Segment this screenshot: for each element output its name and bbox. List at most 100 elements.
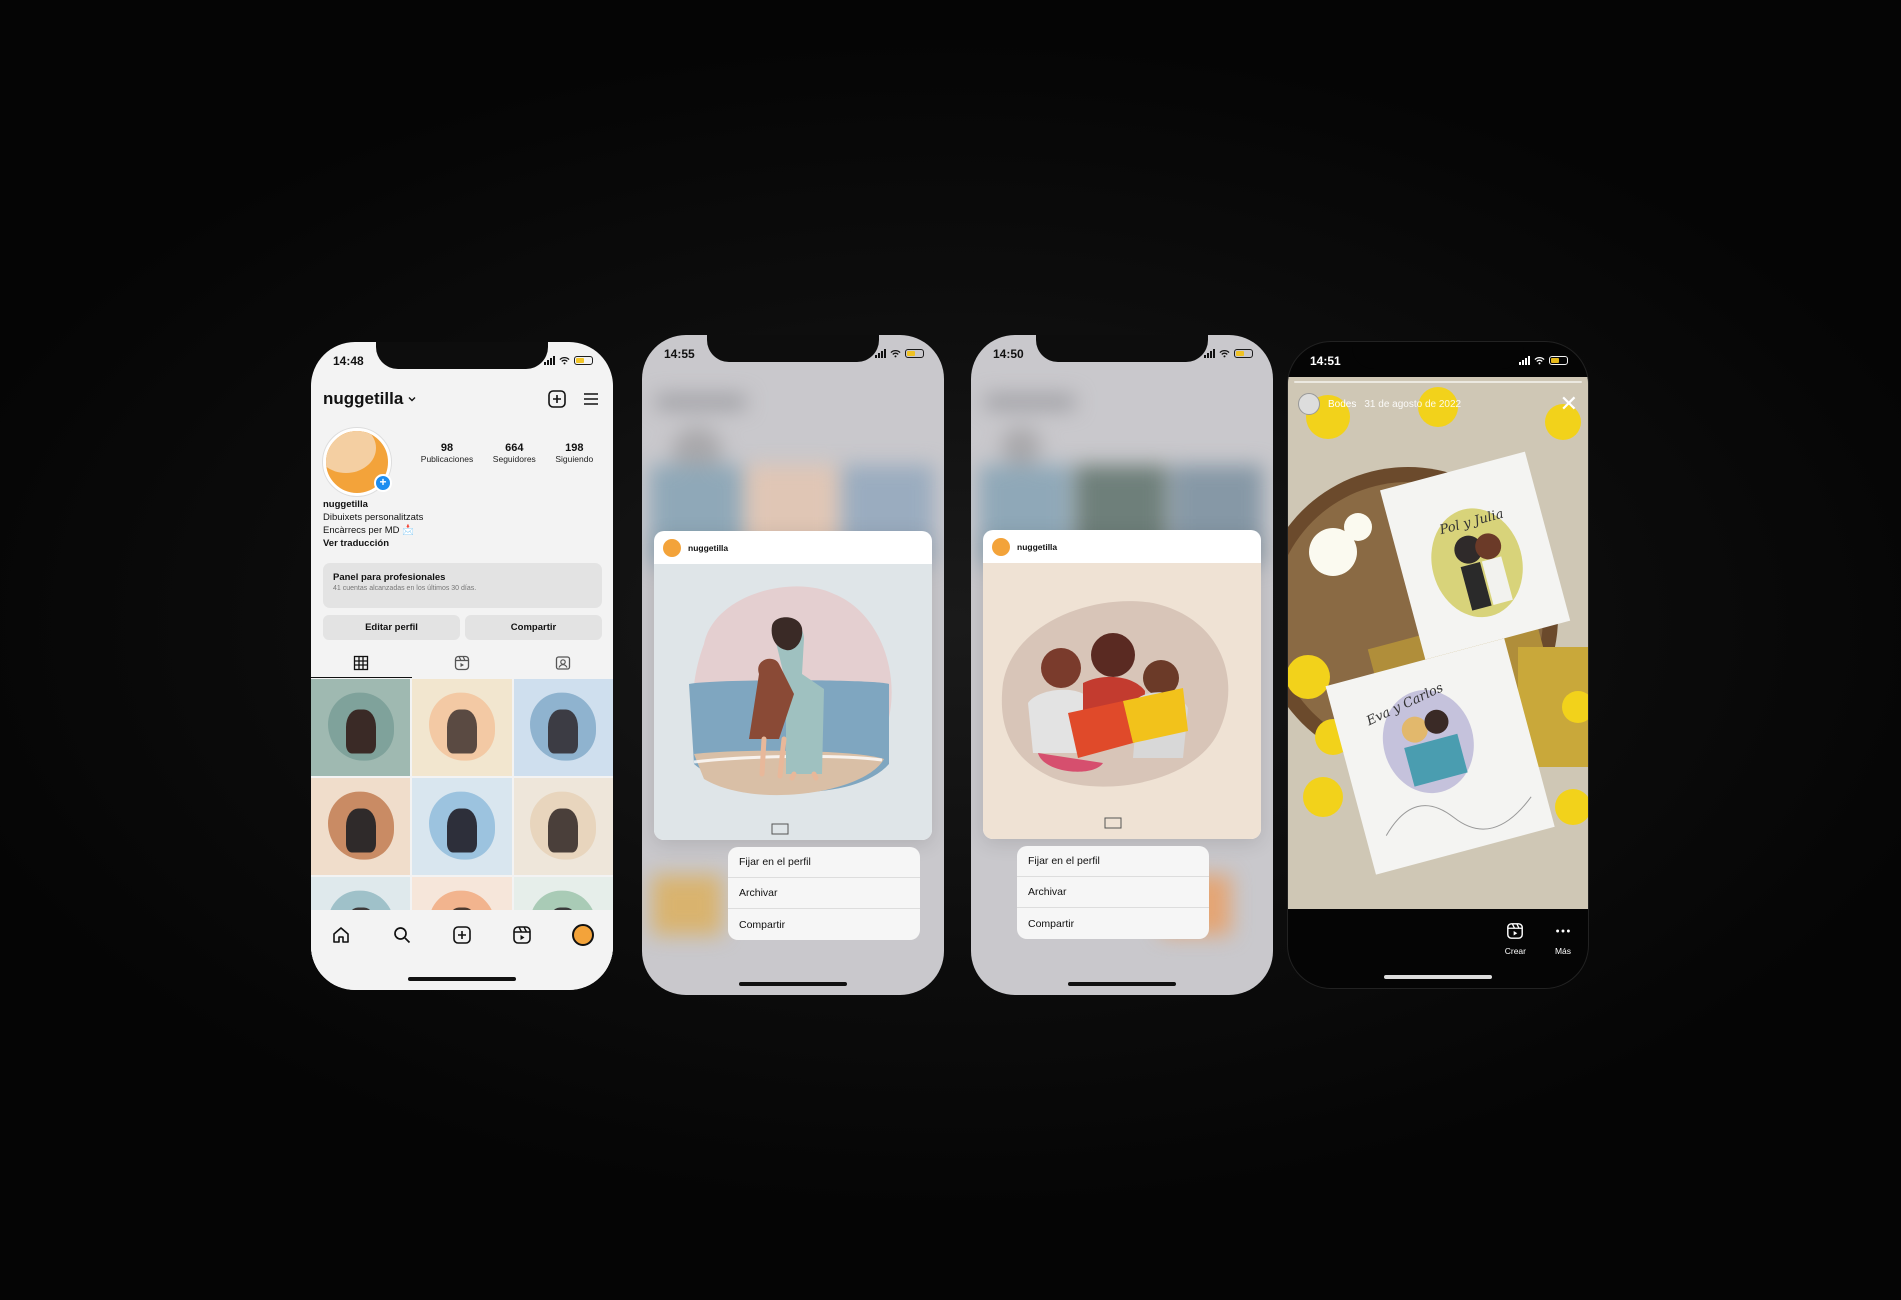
post-author: nuggetilla	[1017, 541, 1058, 552]
pin-to-profile-option[interactable]: Fijar en el perfil	[728, 847, 920, 878]
highlight-avatar[interactable]	[1298, 393, 1320, 415]
stat-following[interactable]: 198 Siguiendo	[555, 442, 593, 464]
tagged-icon	[555, 656, 570, 670]
stat-posts[interactable]: 98 Publicaciones	[421, 442, 473, 464]
tab-reels[interactable]	[412, 648, 513, 678]
new-post-icon[interactable]	[547, 389, 567, 409]
illustration-figure	[548, 709, 579, 754]
share-profile-button[interactable]: Compartir	[465, 615, 602, 640]
share-option[interactable]: Compartir	[1017, 908, 1209, 939]
post-header: nuggetilla	[983, 530, 1261, 563]
post-thumbnail[interactable]	[412, 778, 512, 875]
signal-icon	[544, 356, 555, 365]
post-preview-card[interactable]: nuggetilla	[983, 530, 1261, 839]
menu-icon[interactable]	[581, 389, 601, 409]
signal-icon	[875, 349, 886, 358]
panel-title: Panel para profesionales	[333, 572, 446, 583]
post-thumbnail[interactable]	[311, 679, 411, 776]
status-bar: 14:55	[642, 335, 944, 385]
status-time: 14:51	[1310, 354, 1341, 368]
reels-icon	[513, 926, 532, 944]
more-icon	[1556, 929, 1570, 933]
edit-profile-button[interactable]: Editar perfil	[323, 615, 460, 640]
illustration-figure	[345, 808, 376, 853]
share-option[interactable]: Compartir	[728, 909, 920, 940]
signal-icon	[1204, 349, 1215, 358]
search-icon	[393, 927, 410, 944]
context-menu: Fijar en el perfil Archivar Compartir	[728, 847, 920, 940]
context-menu: Fijar en el perfil Archivar Compartir	[1017, 846, 1209, 939]
add-post-icon	[453, 926, 471, 944]
wifi-icon	[1534, 357, 1545, 365]
create-button[interactable]: Crear	[1505, 922, 1526, 956]
status-bar: 14:50	[971, 335, 1273, 385]
stat-followers[interactable]: 664 Seguidores	[493, 442, 536, 464]
wifi-icon	[1219, 350, 1230, 358]
story-date: 31 de agosto de 2022	[1364, 398, 1462, 410]
tab-grid[interactable]	[311, 648, 412, 678]
home-indicator	[1068, 982, 1176, 986]
status-bar: 14:48	[311, 342, 613, 392]
post-image	[983, 563, 1261, 839]
illustration-figure	[345, 709, 376, 754]
post-header: nuggetilla	[654, 531, 932, 564]
pin-to-profile-option[interactable]: Fijar en el perfil	[1017, 846, 1209, 877]
battery-icon	[1549, 356, 1568, 365]
phone-post-menu-2: 14:50 nuggetilla Fijar en el perfil Arch…	[971, 335, 1273, 995]
battery-icon	[574, 356, 593, 365]
status-time: 14:50	[993, 347, 1024, 361]
bio-name: nuggetilla	[323, 499, 368, 510]
home-indicator	[739, 982, 847, 986]
tab-tagged[interactable]	[512, 648, 613, 678]
wifi-icon	[559, 357, 570, 365]
professional-dashboard[interactable]: Panel para profesionales 41 cuentas alca…	[323, 563, 602, 608]
story-photo: Pol y Julia Eva y Carlos	[1288, 377, 1588, 909]
username: nuggetilla	[323, 389, 404, 408]
post-thumbnail[interactable]	[513, 778, 613, 875]
bio-line: Dibuixets personalitzats	[323, 512, 424, 523]
post-author: nuggetilla	[688, 542, 729, 553]
bio-line: Encàrrecs per MD 📩	[323, 525, 415, 536]
panel-subtitle: 41 cuentas alcanzadas en los últimos 30 …	[333, 585, 477, 592]
status-bar: 14:51	[1288, 342, 1588, 392]
author-avatar	[663, 538, 681, 557]
nav-create[interactable]	[449, 922, 475, 948]
home-icon	[333, 927, 349, 943]
story-actions: Crear Más	[1505, 922, 1572, 956]
username-switcher[interactable]: nuggetilla	[323, 389, 417, 409]
post-thumbnail[interactable]	[412, 679, 512, 776]
add-story-icon[interactable]: +	[374, 474, 392, 492]
see-translation-link[interactable]: Ver traducción	[323, 537, 423, 550]
grid-icon	[354, 655, 369, 670]
archive-option[interactable]: Archivar	[728, 878, 920, 909]
phone-profile: 14:48 nuggetilla + 98 Publicaciones 664 Se…	[311, 342, 613, 990]
story-header: Bodes 31 de agosto de 2022 ✕	[1298, 393, 1578, 415]
illustration-figure	[446, 709, 477, 754]
illustration-hug	[689, 586, 892, 835]
nav-reels[interactable]	[509, 922, 535, 948]
highlight-title: Bodes	[1328, 398, 1357, 410]
nav-search[interactable]	[389, 922, 415, 948]
nav-profile[interactable]	[570, 922, 596, 948]
post-thumbnail[interactable]	[311, 778, 411, 875]
more-label: Más	[1554, 946, 1572, 956]
more-button[interactable]: Más	[1554, 922, 1572, 956]
close-icon[interactable]: ✕	[1560, 393, 1578, 415]
wifi-icon	[890, 350, 901, 358]
story-content[interactable]: Pol y Julia Eva y Carlos Bodes 31 de ago…	[1288, 377, 1588, 909]
profile-bio: nuggetilla Dibuixets personalitzats Encà…	[323, 498, 423, 550]
profile-tabs	[311, 648, 613, 678]
battery-icon	[1234, 349, 1253, 358]
nav-home[interactable]	[328, 922, 354, 948]
reels-icon	[1507, 923, 1524, 939]
status-time: 14:48	[333, 354, 364, 368]
phone-story: 14:51 Pol y Julia Eva y Carlos Bodes 31 …	[1287, 341, 1589, 989]
phone-post-menu-1: 14:55 nuggetilla Fijar en el perfil Arch	[642, 335, 944, 995]
home-indicator	[1384, 975, 1492, 979]
illustration-figure	[446, 808, 477, 853]
archive-option[interactable]: Archivar	[1017, 877, 1209, 908]
chevron-down-icon	[408, 397, 416, 402]
post-preview-card[interactable]: nuggetilla	[654, 531, 932, 840]
battery-icon	[905, 349, 924, 358]
post-thumbnail[interactable]	[513, 679, 613, 776]
